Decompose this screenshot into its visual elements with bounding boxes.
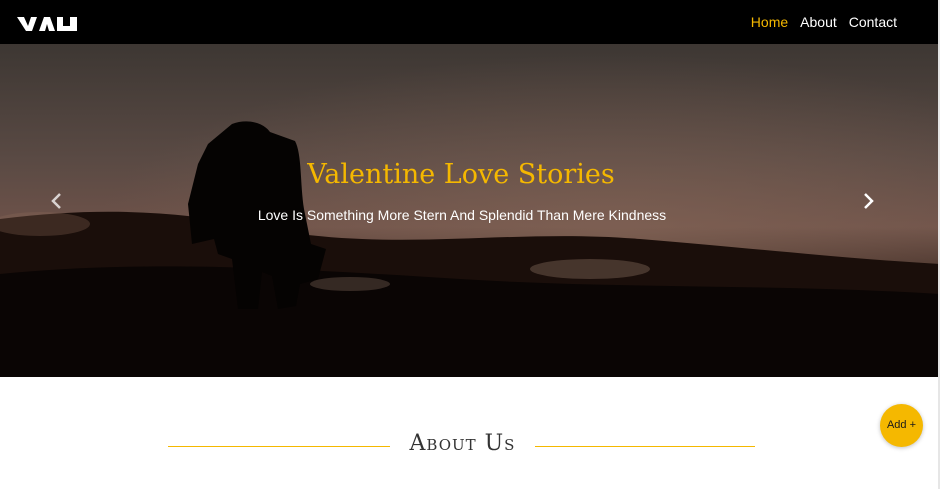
navbar: Home About Contact	[0, 0, 940, 44]
hero-carousel: Valentine Love Stories Love Is Something…	[0, 44, 940, 377]
main-nav: Home About Contact	[751, 13, 897, 31]
add-button[interactable]: Add +	[880, 404, 923, 447]
brand-logo-icon[interactable]	[17, 14, 79, 32]
nav-link-home[interactable]: Home	[751, 13, 788, 31]
heading-divider-right	[535, 446, 755, 447]
about-section: About Us	[0, 377, 940, 489]
heading-divider-left	[168, 446, 390, 447]
hero-subtitle: Love Is Something More Stern And Splendi…	[257, 207, 667, 223]
about-heading: About Us	[409, 431, 516, 456]
nav-link-about[interactable]: About	[800, 13, 837, 31]
nav-link-contact[interactable]: Contact	[849, 13, 897, 31]
hero-title: Valentine Love Stories	[307, 159, 615, 190]
